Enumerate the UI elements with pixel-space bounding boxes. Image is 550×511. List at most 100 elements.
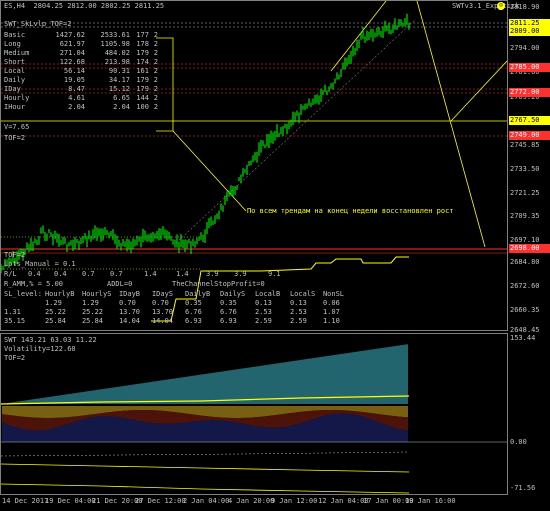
price-level-label: 2785.00 xyxy=(509,63,550,72)
trend-cell-a: 8.47 xyxy=(68,85,85,93)
swt-histogram-canvas[interactable] xyxy=(1,334,507,494)
trend-cell-a: 19.05 xyxy=(63,76,85,84)
rl-value: 0.7 xyxy=(82,270,95,278)
price-level-label: 2809.00 xyxy=(509,27,550,36)
trend-cell-d: 2 xyxy=(153,49,158,57)
trend-row: IDay 8.47 15.12 179 2 xyxy=(4,85,161,94)
trend-row: IHour 2.04 2.04 100 2 xyxy=(4,103,161,112)
sub-tick: 153.44 xyxy=(510,334,536,342)
price-tick: 2818.90 xyxy=(510,3,540,11)
sl-row: 1.29 1.29 0.70 0.70 0.35 0.35 0.13 0.13 0.06 xyxy=(4,299,352,308)
sl-cell: 14.04 xyxy=(118,317,141,325)
rl-value: 3.9 xyxy=(234,270,247,278)
trend-cell-a: 122.68 xyxy=(59,58,85,66)
sl-cell: 1.29 xyxy=(44,299,62,307)
trend-row: Long 621.97 1105.98 178 2 xyxy=(4,40,161,49)
info-title: SWT_SkLvlp_TOF=2 xyxy=(4,20,72,28)
trend-cell-c: 179 xyxy=(136,49,149,57)
annotation-text[interactable]: По всем трендам на конец недели восстано… xyxy=(247,207,454,216)
trend-cell-a: 56.14 xyxy=(63,67,85,75)
trend-cell-b: 90.31 xyxy=(108,67,130,75)
trend-cell-a: 4.61 xyxy=(68,94,85,102)
time-tick: 19 Dec 04:00 xyxy=(45,497,96,505)
sl-cell: 1.29 xyxy=(81,299,99,307)
sl-cell: 0.35 xyxy=(184,299,202,307)
sl-cell: 25.22 xyxy=(44,308,67,316)
time-tick: 4 Jan 20:00 xyxy=(228,497,275,505)
sl-header: IDayB xyxy=(118,290,141,298)
trend-cell-b: 2.04 xyxy=(113,103,130,111)
sl-cell: 13.70 xyxy=(118,308,141,316)
trend-cell-c: 177 xyxy=(136,31,149,39)
rl-value: 0.4 xyxy=(28,270,41,278)
sl-header: HourlyB xyxy=(44,290,75,298)
trend-cell-d: 2 xyxy=(153,67,158,75)
smiley-icon[interactable]: ☺ xyxy=(497,2,505,10)
lower-tof: TOF=2 xyxy=(4,251,26,259)
trend-cell-c: 144 xyxy=(136,94,149,102)
signal-line xyxy=(1,463,410,473)
trend-cell-b: 15.12 xyxy=(108,85,130,93)
sl-header: IDayS xyxy=(151,290,174,298)
trend-row: Medium 271.04 484.02 179 2 xyxy=(4,49,161,58)
trend-line xyxy=(450,60,507,122)
price-level-label: 2767.50 xyxy=(509,116,550,125)
sub-tick: -71.56 xyxy=(510,484,536,492)
sl-cell: 0.13 xyxy=(254,299,272,307)
sl-cell xyxy=(4,299,45,308)
sl-cell: 25.22 xyxy=(81,308,104,316)
signal-line xyxy=(1,451,410,457)
sl-cell: 13.70 xyxy=(151,308,174,316)
rl-value: 0.7 xyxy=(110,270,123,278)
trend-row: Hourly 4.61 6.65 144 2 xyxy=(4,94,161,103)
trend-cell-d: 2 xyxy=(153,85,158,93)
sl-cell: 2.53 xyxy=(289,308,307,316)
trend-cell-d: 2 xyxy=(153,76,158,84)
trend-cell-name: Short xyxy=(4,58,26,66)
rl-value: 9.1 xyxy=(268,270,281,278)
price-tick: 2672.60 xyxy=(510,282,540,290)
time-tick: 2 Jan 04:00 xyxy=(183,497,230,505)
trend-cell-a: 271.04 xyxy=(59,49,85,57)
price-level-label: 2698.00 xyxy=(509,244,550,253)
trend-cell-name: Daily xyxy=(4,76,26,84)
sl-cell: 1.10 xyxy=(322,317,340,325)
sub-tof: TOF=2 xyxy=(4,354,26,362)
addl: ADDL=0 xyxy=(107,280,133,288)
rl-value: 1.4 xyxy=(176,270,189,278)
sub-tick: 0.00 xyxy=(510,438,527,446)
sl-cell: 1.07 xyxy=(322,308,340,316)
volatility: Volatility=122.60 xyxy=(4,345,76,353)
trend-line xyxy=(330,1,387,72)
time-tick: 27 Dec 12:00 xyxy=(135,497,186,505)
rl-value: 1.4 xyxy=(144,270,157,278)
sl-cell: 1.31 xyxy=(4,308,21,316)
trend-table: Basic 1427.62 2533.61 177 2 Long 621.97 1105.98… xyxy=(4,31,161,112)
trend-cell-b: 1105.98 xyxy=(100,40,130,48)
sl-cell: 25.84 xyxy=(44,317,67,325)
price-tick: 2697.10 xyxy=(510,236,540,244)
price-tick: 2745.85 xyxy=(510,141,540,149)
price-axis[interactable]: 2818.902806.452794.002781.602769.202757.… xyxy=(508,0,550,495)
price-tick: 2648.45 xyxy=(510,326,540,334)
trend-cell-b: 213.98 xyxy=(104,58,130,66)
trend-cell-b: 484.02 xyxy=(104,49,130,57)
trend-cell-name: IDay xyxy=(4,85,21,93)
trend-row: Short 122.68 213.98 174 2 xyxy=(4,58,161,67)
time-tick: 9 Jan 12:00 xyxy=(271,497,318,505)
swt-subwindow[interactable] xyxy=(0,333,508,495)
trend-cell-name: Basic xyxy=(4,31,26,39)
sl-header: NonSL xyxy=(322,290,345,298)
sl-header: LocalB xyxy=(254,290,281,298)
price-tick: 2794.00 xyxy=(510,44,540,52)
sl-cell: 0.13 xyxy=(289,299,307,307)
sl-cell: 2.59 xyxy=(254,317,272,325)
trend-cell-d: 2 xyxy=(153,94,158,102)
trend-row: Local 56.14 90.31 161 2 xyxy=(4,67,161,76)
sl-cell: 2.59 xyxy=(289,317,307,325)
trend-cell-d: 2 xyxy=(153,31,158,39)
price-tick: 2721.25 xyxy=(510,189,540,197)
trend-row: Daily 19.05 34.17 179 2 xyxy=(4,76,161,85)
rl-label: R/L xyxy=(4,270,17,278)
sl-cell: 6.76 xyxy=(184,308,202,316)
